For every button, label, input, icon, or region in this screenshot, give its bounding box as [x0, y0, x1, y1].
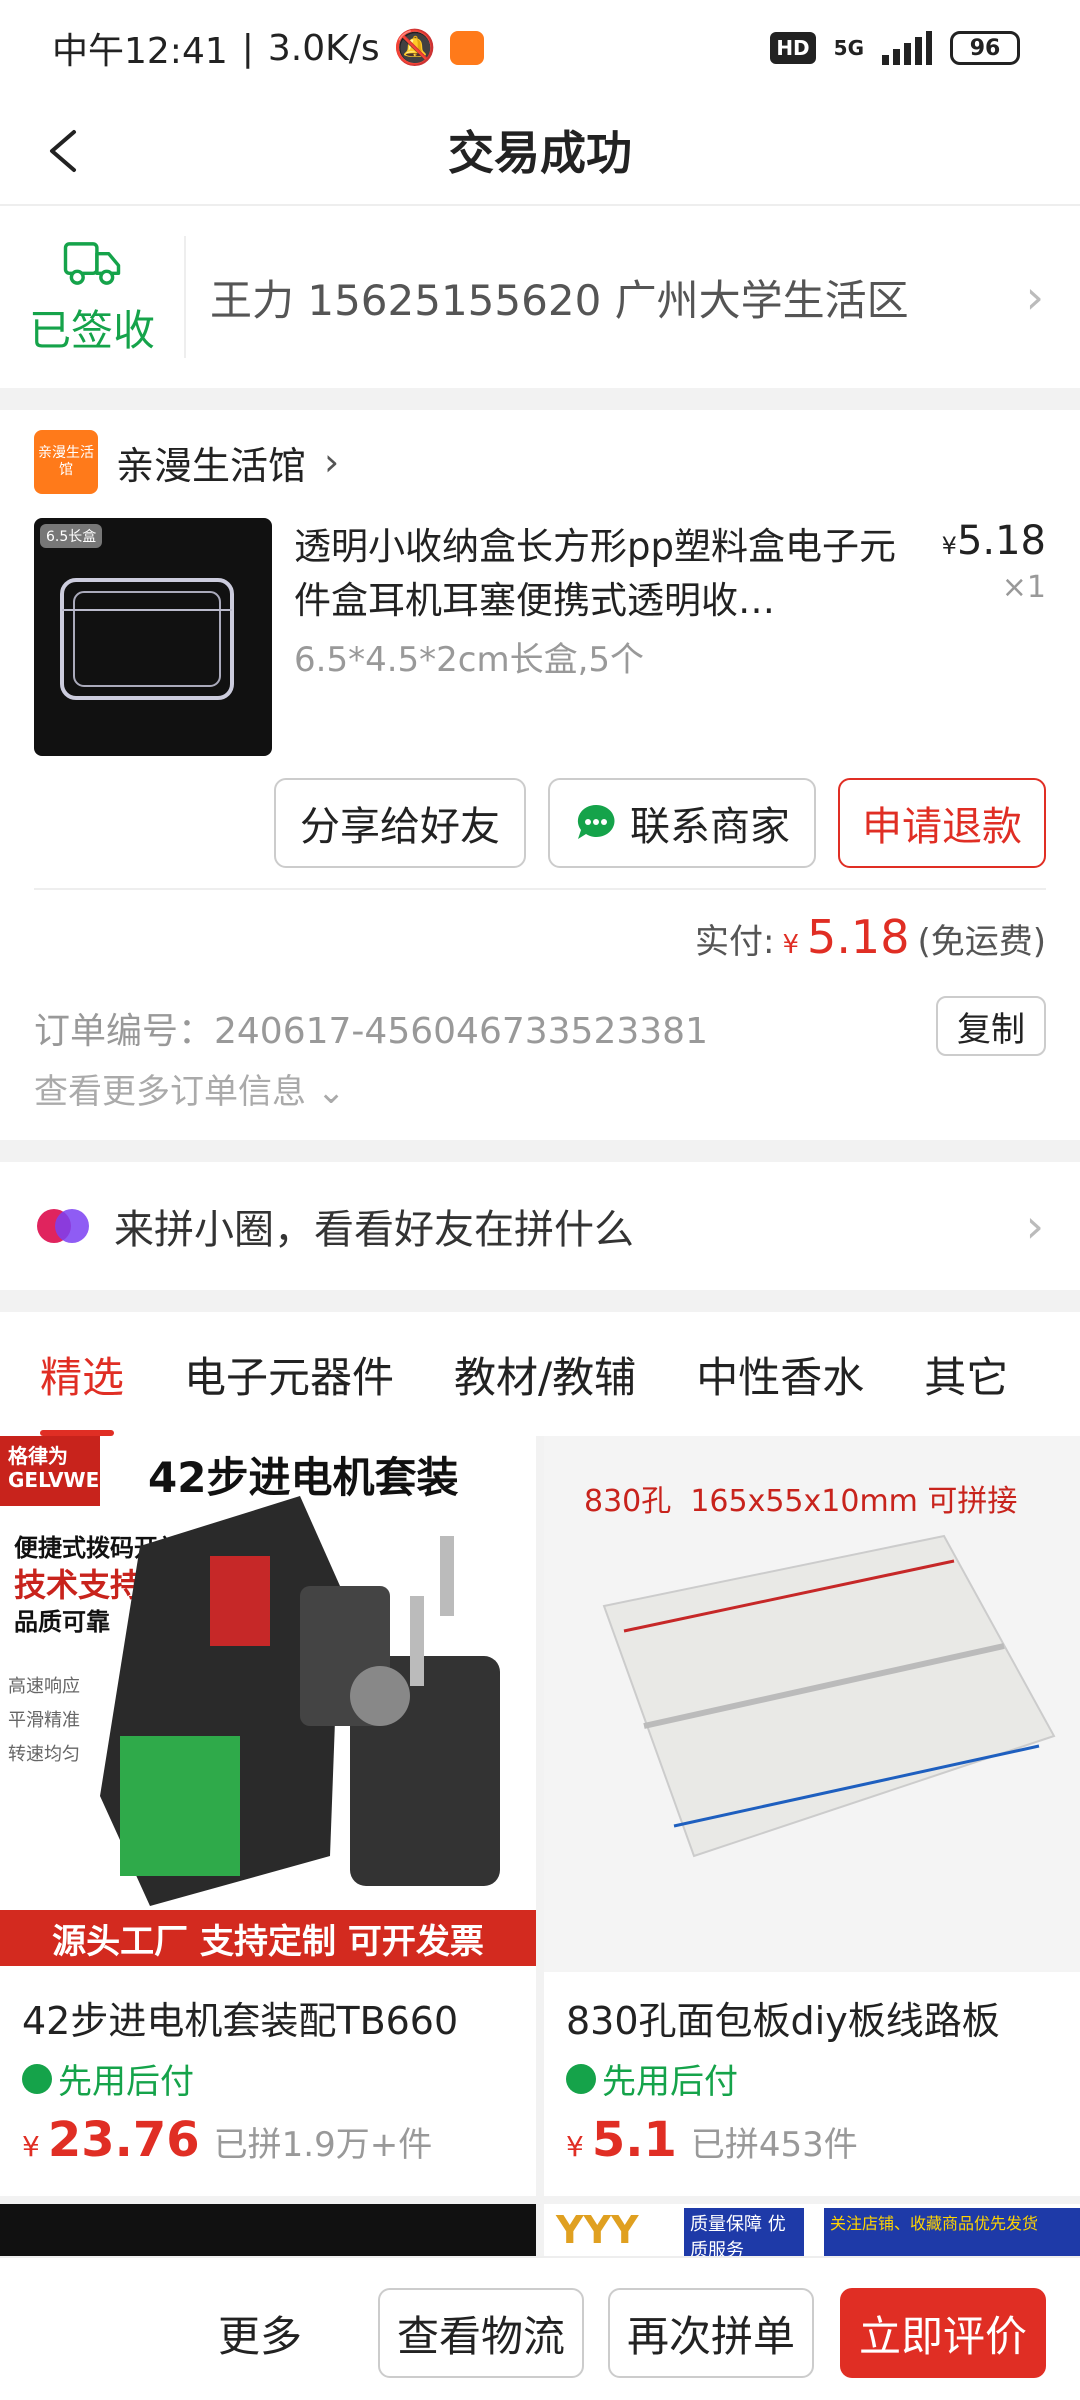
contact-seller-label: 联系商家	[630, 804, 790, 850]
partial-tile-text: YYY	[556, 2208, 639, 2252]
friends-circle-banner[interactable]: 来拼小圈，看看好友在拼什么 ›	[0, 1162, 1080, 1290]
status-bar: 中午12:41 | 3.0K/s 🔕 HD 5G 96	[0, 0, 1080, 96]
partial-tile-banner: 关注店铺、收藏商品优先发货	[824, 2208, 1080, 2256]
product-price: 23.76	[47, 2112, 200, 2168]
tab-neutral-perfume[interactable]: 中性香水	[666, 1312, 894, 1436]
sold-count: 已拼453件	[690, 2125, 858, 2165]
status-left: 中午12:41 | 3.0K/s 🔕	[52, 22, 484, 74]
chevron-down-icon: ⌄	[316, 1072, 346, 1112]
refund-button[interactable]: 申请退款	[838, 778, 1046, 868]
price-row: ¥ 23.76 已拼1.9万+件	[22, 2112, 432, 2168]
recommendation-card-partial-2[interactable]: YYY 质量保障 优质服务 关注店铺、收藏商品优先发货	[544, 2204, 1080, 2256]
shop-header[interactable]: 亲漫生活馆 亲漫生活馆 ›	[34, 430, 339, 494]
currency-symbol: ¥	[941, 532, 957, 560]
divider	[34, 888, 1046, 890]
status-time: 中午12:41	[52, 31, 228, 72]
battery-icon: 96	[950, 31, 1020, 65]
order-item-card: 亲漫生活馆 亲漫生活馆 › 6.5长盒 透明小收纳盒长方形pp塑料盒电子元件盒耳…	[0, 410, 1080, 972]
price-row: ¥ 5.1 已拼453件	[566, 2112, 858, 2168]
stepper-motor-illustration	[100, 1496, 500, 1906]
chevron-right-icon: ›	[1025, 270, 1044, 324]
mute-icon: 🔕	[393, 28, 436, 68]
view-logistics-button[interactable]: 查看物流	[378, 2288, 584, 2378]
delivery-card[interactable]: 已签收 王力 15625155620 广州大学生活区 ›	[0, 206, 1080, 388]
contact-seller-button[interactable]: 联系商家	[548, 778, 816, 868]
truck-icon	[63, 242, 121, 285]
chat-icon	[577, 804, 615, 839]
order-info-card: 订单编号：240617-456046733523381 复制 查看更多订单信息 …	[0, 972, 1080, 1140]
breadboard-product-image: 830孔 165x55x10mm 可拼接	[544, 1436, 1080, 1972]
signal-type: 5G	[833, 36, 864, 60]
copy-order-button[interactable]: 复制	[936, 996, 1046, 1056]
product-quantity: ×1	[1001, 570, 1046, 605]
status-divider: |	[241, 27, 254, 69]
breadboard-illustration	[602, 1534, 1056, 1858]
pay-later-label: 先用后付	[602, 2062, 738, 2102]
back-arrow-icon[interactable]	[40, 126, 90, 176]
review-button[interactable]: 立即评价	[840, 2288, 1046, 2378]
signal-icon	[882, 31, 932, 65]
currency-symbol: ¥	[566, 2130, 584, 2163]
product-name: 42步进电机套装配TB660	[22, 1999, 459, 2043]
tab-others[interactable]: 其它	[894, 1312, 1038, 1436]
tab-textbooks[interactable]: 教材/教辅	[424, 1312, 666, 1436]
pay-later-badge: 先用后付	[22, 2054, 194, 2103]
product-thumbnail[interactable]: 6.5长盒	[34, 518, 272, 756]
status-right: HD 5G 96	[770, 31, 1020, 65]
delivery-address: 王力 15625155620 广州大学生活区	[210, 275, 909, 325]
storage-box-image	[60, 578, 234, 700]
shop-logo: 亲漫生活馆	[34, 430, 98, 494]
rebuy-button[interactable]: 再次拼单	[608, 2288, 814, 2378]
delivery-status: 已签收	[0, 236, 186, 358]
tab-featured[interactable]: 精选	[0, 1312, 154, 1436]
recommendation-card-motor[interactable]: 格律为 GELVWEI 42步进电机套装 便捷式拨码开关 技术支持 品质可靠 高…	[0, 1436, 536, 2196]
product-spec: 6.5*4.5*2cm长盒,5个	[294, 640, 645, 680]
pay-later-label: 先用后付	[58, 2062, 194, 2102]
paid-label: 实付:	[695, 922, 775, 962]
more-order-info-label: 查看更多订单信息	[34, 1072, 306, 1112]
product-price-block: ¥5.18 ×1	[942, 518, 1046, 605]
tab-electronic-components[interactable]: 电子元器件	[154, 1312, 424, 1436]
pay-later-icon	[566, 2063, 596, 2094]
network-speed: 3.0K/s	[267, 27, 380, 69]
pay-later-badge: 先用后付	[566, 2054, 738, 2103]
pay-later-icon	[22, 2063, 52, 2094]
chevron-right-icon: ›	[1025, 1199, 1044, 1253]
hd-icon: HD	[770, 32, 816, 64]
product-name: 830孔面包板diy板线路板	[566, 1999, 1000, 2043]
paid-currency: ¥	[782, 930, 800, 960]
more-button[interactable]: 更多	[190, 2288, 330, 2378]
page-title: 交易成功	[448, 126, 632, 180]
share-button-label: 分享给好友	[300, 804, 500, 850]
more-order-info-link[interactable]: 查看更多订单信息 ⌄	[34, 1064, 345, 1113]
sold-count: 已拼1.9万+件	[213, 2125, 433, 2165]
order-number: 订单编号：240617-456046733523381	[34, 1011, 708, 1052]
shipping-note: (免运费)	[917, 922, 1046, 962]
delivery-status-label: 已签收	[28, 306, 155, 355]
product-price-value: 5.18	[956, 518, 1046, 564]
partial-tile-badge: 质量保障 优质服务	[684, 2208, 804, 2256]
product-price: 5.1	[591, 2112, 677, 2168]
circle-logo-icon	[37, 1209, 89, 1243]
share-button[interactable]: 分享给好友	[274, 778, 526, 868]
motor-product-image: 格律为 GELVWEI 42步进电机套装 便捷式拨码开关 技术支持 品质可靠 高…	[0, 1436, 536, 1972]
app-notification-icon	[449, 31, 484, 65]
currency-symbol: ¥	[22, 2130, 40, 2163]
category-tabs: 精选 电子元器件 教材/教辅 中性香水 其它	[0, 1312, 1080, 1436]
recommendation-card-partial-1[interactable]	[0, 2204, 536, 2256]
image-banner: 源头工厂 支持定制 可开发票	[0, 1910, 536, 1966]
nav-bar: 交易成功	[0, 96, 1080, 206]
friends-circle-text: 来拼小圈，看看好友在拼什么	[114, 1207, 634, 1253]
refund-button-label: 申请退款	[862, 804, 1022, 850]
recommendation-card-breadboard[interactable]: 830孔 165x55x10mm 可拼接 830孔面包板diy板线路板 先用后付…	[544, 1436, 1080, 2196]
bottom-action-bar: 更多 查看物流 再次拼单 立即评价	[0, 2256, 1080, 2400]
product-title[interactable]: 透明小收纳盒长方形pp塑料盒电子元件盒耳机耳塞便携式透明收…	[294, 520, 904, 632]
payment-summary: 实付: ¥ 5.18 (免运费)	[695, 910, 1046, 964]
thumb-tag: 6.5长盒	[40, 524, 103, 548]
product-price: ¥5.18	[942, 518, 1046, 564]
shop-name: 亲漫生活馆	[116, 443, 307, 488]
chevron-right-icon: ›	[324, 440, 340, 484]
paid-amount: 5.18	[807, 910, 910, 964]
